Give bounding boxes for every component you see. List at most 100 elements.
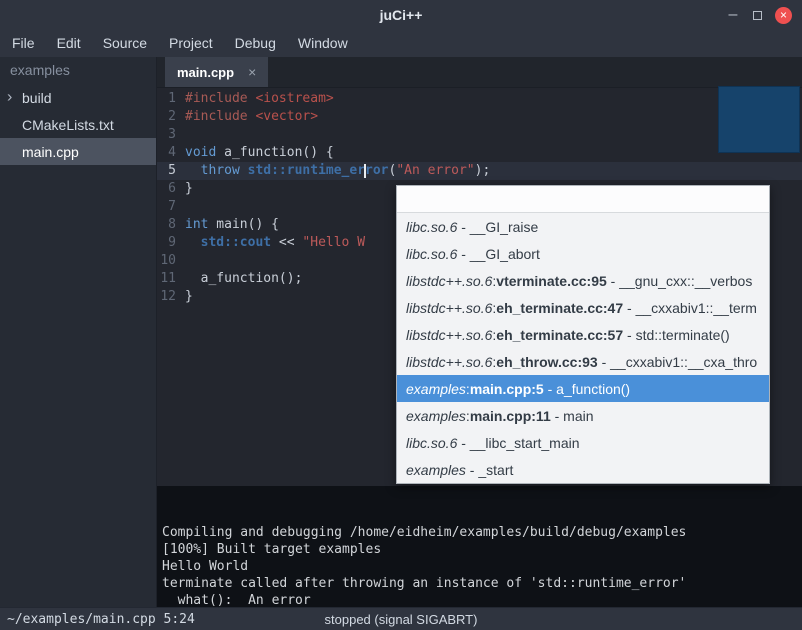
plain-token: << <box>271 235 302 250</box>
menu-window[interactable]: Window <box>287 30 359 57</box>
plain-token: a_function() { <box>216 145 333 160</box>
chevron-right-icon: › <box>7 88 12 106</box>
menu-file[interactable]: File <box>1 30 46 57</box>
stack-frame-row[interactable]: examples - _start <box>397 456 769 483</box>
plain-token: - __cxxabiv1::__term <box>623 300 757 316</box>
line-number: 8 <box>157 216 185 234</box>
tabbar: main.cpp × <box>157 57 802 88</box>
kw-token: int <box>185 217 208 232</box>
menu-source[interactable]: Source <box>92 30 158 57</box>
lib-token: libstdc++.so.6 <box>406 300 492 316</box>
tree-item-label: CMakeLists.txt <box>22 117 114 133</box>
code-line-3[interactable]: 3 <box>157 126 802 144</box>
type-token: std::cout <box>201 235 271 250</box>
app-window: juCi++ – × FileEditSourceProjectDebugWin… <box>0 0 802 630</box>
statusbar: ~/examples/main.cpp 5:24 stopped (signal… <box>0 607 802 630</box>
line-number: 5 <box>157 162 185 180</box>
menu-edit[interactable]: Edit <box>46 30 92 57</box>
plain-token: - a_function() <box>544 381 630 397</box>
plain-token: } <box>185 181 193 196</box>
line-number: 3 <box>157 126 185 144</box>
plain-token: - main <box>551 408 594 424</box>
plain-token: - __gnu_cxx::__verbos <box>607 273 753 289</box>
lib-token: libc.so.6 <box>406 435 457 451</box>
tab-main-cpp[interactable]: main.cpp × <box>165 57 268 87</box>
stack-frame-row[interactable]: libc.so.6 - __GI_raise <box>397 213 769 240</box>
plain-token: main() { <box>208 217 278 232</box>
menubar: FileEditSourceProjectDebugWindow <box>0 30 802 57</box>
menu-project[interactable]: Project <box>158 30 224 57</box>
plain-token <box>185 235 201 250</box>
popup-filter-input[interactable] <box>397 186 769 213</box>
code-line-2[interactable]: 2#include <vector> <box>157 108 802 126</box>
lib-token: libstdc++.so.6 <box>406 327 492 343</box>
titlebar[interactable]: juCi++ – × <box>0 0 802 30</box>
type-token: std::runtime_er <box>248 163 365 178</box>
code-text: throw std::runtime_error("An error"); <box>185 162 490 180</box>
plain-token <box>240 163 248 178</box>
loc-token: main.cpp:5 <box>470 381 544 397</box>
kw-token: throw <box>201 163 240 178</box>
stack-frame-row[interactable]: libc.so.6 - __libc_start_main <box>397 429 769 456</box>
line-number: 4 <box>157 144 185 162</box>
lib-token: libstdc++.so.6 <box>406 273 492 289</box>
line-number: 1 <box>157 90 185 108</box>
type-token: ror <box>365 163 388 178</box>
stack-frame-row[interactable]: libstdc++.so.6:eh_throw.cc:93 - __cxxabi… <box>397 348 769 375</box>
tree-item-main-cpp[interactable]: main.cpp <box>0 138 156 165</box>
main-area: main.cpp × 1#include <iostream>2#include… <box>157 57 802 607</box>
terminal-line: [100%] Built target examples <box>162 541 797 558</box>
code-text: #include <iostream> <box>185 90 334 108</box>
plain-token <box>185 163 201 178</box>
lib-token: examples <box>406 462 466 478</box>
code-line-1[interactable]: 1#include <iostream> <box>157 90 802 108</box>
code-text: } <box>185 180 193 198</box>
kw-token: void <box>185 145 216 160</box>
tree-item-cmakelists-txt[interactable]: CMakeLists.txt <box>0 111 156 138</box>
close-button[interactable]: × <box>775 7 792 24</box>
lib-token: examples <box>406 408 466 424</box>
maximize-icon[interactable] <box>753 11 762 20</box>
code-line-5[interactable]: 5 throw std::runtime_error("An error"); <box>157 162 802 180</box>
window-controls: – × <box>726 0 792 30</box>
lib-token: libc.so.6 <box>406 219 457 235</box>
stack-frame-row[interactable]: libc.so.6 - __GI_abort <box>397 240 769 267</box>
lib-token: libc.so.6 <box>406 246 457 262</box>
line-number: 10 <box>157 252 185 270</box>
inc-token: <vector> <box>255 109 318 124</box>
loc-token: eh_throw.cc:93 <box>496 354 597 370</box>
window-title: juCi++ <box>380 7 423 23</box>
terminal-line: Compiling and debugging /home/eidheim/ex… <box>162 524 797 541</box>
file-tree: ›build CMakeLists.txt main.cpp <box>0 84 156 165</box>
terminal-line: what(): An error <box>162 592 797 607</box>
code-text: } <box>185 288 193 306</box>
code-text: void a_function() { <box>185 144 334 162</box>
stack-frame-row[interactable]: examples:main.cpp:5 - a_function() <box>397 375 769 402</box>
pp-token: #include <box>185 109 248 124</box>
minimize-button[interactable]: – <box>726 0 740 30</box>
line-number: 7 <box>157 198 185 216</box>
code-text: #include <vector> <box>185 108 318 126</box>
tree-item-build[interactable]: ›build <box>0 84 156 111</box>
terminal-panel[interactable]: Compiling and debugging /home/eidheim/ex… <box>157 486 802 607</box>
stack-frame-row[interactable]: examples:main.cpp:11 - main <box>397 402 769 429</box>
line-number: 9 <box>157 234 185 252</box>
line-number: 6 <box>157 180 185 198</box>
loc-token: vterminate.cc:95 <box>496 273 607 289</box>
code-line-4[interactable]: 4void a_function() { <box>157 144 802 162</box>
popup-list: libc.so.6 - __GI_raiselibc.so.6 - __GI_a… <box>397 213 769 483</box>
menu-debug[interactable]: Debug <box>224 30 287 57</box>
stack-frame-row[interactable]: libstdc++.so.6:vterminate.cc:95 - __gnu_… <box>397 267 769 294</box>
stack-frame-row[interactable]: libstdc++.so.6:eh_terminate.cc:57 - std:… <box>397 321 769 348</box>
plain-token: - __GI_raise <box>457 219 538 235</box>
tab-close-icon[interactable]: × <box>248 64 256 80</box>
stack-frame-row[interactable]: libstdc++.so.6:eh_terminate.cc:47 - __cx… <box>397 294 769 321</box>
str-token: "Hello W <box>302 235 365 250</box>
plain-token: - std::terminate() <box>623 327 730 343</box>
code-text: a_function(); <box>185 270 302 288</box>
terminal-output: Compiling and debugging /home/eidheim/ex… <box>162 524 797 607</box>
terminal-line: terminate called after throwing an insta… <box>162 575 797 592</box>
plain-token: - __cxxabiv1::__cxa_thro <box>598 354 758 370</box>
project-name: examples <box>0 57 156 84</box>
line-number: 2 <box>157 108 185 126</box>
